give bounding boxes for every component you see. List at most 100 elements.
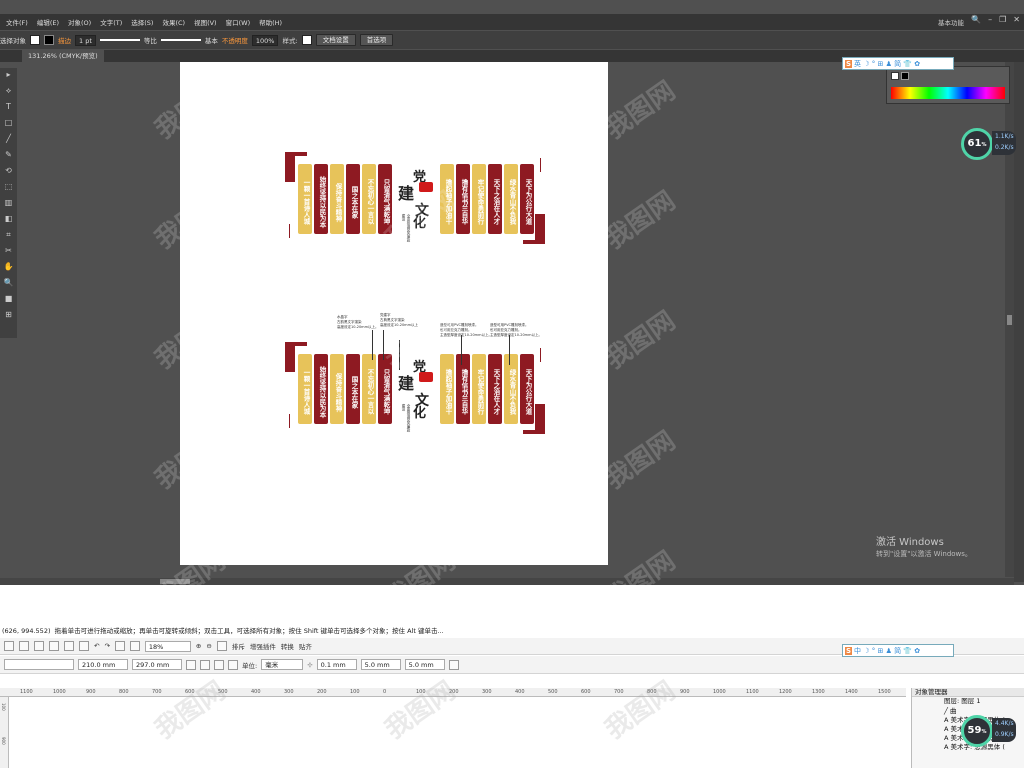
opacity-field[interactable]: 100% — [251, 34, 279, 46]
duplicate-y-field[interactable]: 5.0 mm — [404, 659, 445, 670]
fill-color-chip[interactable] — [891, 72, 899, 80]
import-icon[interactable] — [114, 641, 125, 651]
scroll-thumb[interactable] — [160, 579, 190, 584]
toolbar-label-2[interactable]: 转换 — [281, 641, 294, 651]
tool-icon-4[interactable]: ╱ — [0, 132, 17, 148]
landscape-icon[interactable] — [200, 659, 210, 670]
treat-as-filled-icon[interactable] — [448, 659, 459, 670]
menu-item-5[interactable]: 效果(C) — [162, 17, 185, 27]
close-icon[interactable]: ✕ — [1013, 15, 1020, 24]
opacity-label[interactable]: 不透明度 — [222, 35, 248, 45]
stroke-swatch[interactable] — [44, 35, 54, 45]
ruler-tick: 200 — [317, 689, 327, 695]
ime-symbols[interactable]: ☽ ° ⊞ ♟ 简 👕 ✿ — [863, 647, 920, 655]
ruler-tick: 1200 — [779, 689, 792, 695]
cut-icon[interactable] — [49, 641, 59, 651]
ime-toolbar[interactable]: S中 ☽ ° ⊞ ♟ 简 👕 ✿ — [842, 644, 954, 657]
cursor-coords: (626, 994.552) — [2, 627, 51, 635]
tool-icon-10[interactable]: ⌗ — [0, 228, 17, 244]
tool-icon-8[interactable]: ▥ — [0, 196, 17, 212]
restore-icon[interactable]: ❐ — [999, 15, 1006, 24]
object-row[interactable]: ╱ 曲 — [912, 707, 1024, 716]
menu-item-0[interactable]: 文件(F) — [6, 17, 28, 27]
tool-icon-11[interactable]: ✂ — [0, 244, 17, 260]
undo-icon[interactable]: ↶ — [94, 642, 99, 650]
menu-item-2[interactable]: 对象(O) — [68, 17, 91, 27]
workspace-switcher[interactable]: 基本功能 — [938, 17, 964, 27]
menu-item-4[interactable]: 选择(S) — [131, 17, 153, 27]
tool-icon-6[interactable]: ⟲ — [0, 164, 17, 180]
ime-lang[interactable]: 英 — [854, 60, 861, 68]
tool-icon-13[interactable]: 🔍 — [0, 276, 17, 292]
stroke-color-chip[interactable] — [901, 72, 909, 80]
perf-ring[interactable]: 59% — [961, 715, 993, 747]
drawing-canvas[interactable] — [9, 697, 906, 768]
paste-icon[interactable] — [79, 641, 89, 651]
save-icon[interactable] — [19, 641, 29, 651]
perf-ring[interactable]: 61% — [961, 128, 993, 160]
ruler-tick: 1000 — [713, 689, 726, 695]
ime-symbols[interactable]: ☽ ° ⊞ ♟ 简 👕 ✿ — [863, 60, 920, 68]
zoom-fit-icon[interactable] — [216, 641, 227, 651]
all-pages-icon[interactable] — [214, 659, 224, 670]
redo-icon[interactable]: ↷ — [104, 642, 109, 650]
minimize-icon[interactable]: – — [988, 15, 992, 24]
tool-icon-9[interactable]: ◧ — [0, 212, 17, 228]
menu-item-8[interactable]: 帮助(H) — [259, 17, 282, 27]
copy-icon[interactable] — [64, 641, 74, 651]
property-bar: 210.0 mm 297.0 mm 单位: 毫米 ⊹ 0.1 mm 5.0 mm… — [0, 656, 1024, 674]
tool-icon-0[interactable]: ▸ — [0, 68, 17, 84]
tool-icon-3[interactable]: □ — [0, 116, 17, 132]
menu-item-1[interactable]: 编辑(E) — [37, 17, 59, 27]
stroke-weight-field[interactable]: 1 pt — [75, 34, 96, 46]
document-tab[interactable]: 131.26% (CMYK/预览) — [22, 50, 104, 62]
duplicate-x-field[interactable]: 5.0 mm — [360, 659, 401, 670]
page-width-field[interactable]: 210.0 mm — [78, 659, 128, 670]
nudge-field[interactable]: 0.1 mm — [316, 659, 357, 670]
zoom-in-icon[interactable]: ⊕ — [196, 642, 201, 650]
export-icon[interactable] — [129, 641, 140, 651]
fill-swatch[interactable] — [30, 35, 40, 45]
nudge-icon: ⊹ — [307, 660, 313, 669]
tool-icon-14[interactable]: ■ — [0, 292, 17, 308]
stroke-label[interactable]: 描边 — [58, 35, 71, 45]
net-speed: 1.1K/s 0.2K/s — [992, 131, 1016, 155]
tool-icon-15[interactable]: ⊞ — [0, 308, 17, 324]
profile-select[interactable]: 等比 — [144, 35, 157, 45]
zoom-out-icon[interactable]: ⊖ — [206, 642, 211, 650]
color-spectrum[interactable] — [891, 87, 1005, 99]
toolbar-label-3[interactable]: 贴齐 — [299, 641, 312, 651]
horizontal-scrollbar[interactable] — [0, 578, 1014, 585]
style-swatch[interactable] — [301, 35, 312, 45]
toolbar-label-1[interactable]: 增强插件 — [250, 641, 276, 651]
ruler-tick: 0 — [383, 689, 387, 695]
paper-size-select[interactable] — [4, 659, 74, 670]
zoom-field[interactable]: 18% — [144, 640, 191, 652]
new-icon[interactable] — [4, 641, 14, 651]
ruler-tick: 500 — [218, 689, 228, 695]
toolbar-label-0[interactable]: 排斥 — [232, 641, 245, 651]
menu-item-6[interactable]: 视图(V) — [194, 17, 217, 27]
brush-select[interactable]: 基本 — [205, 35, 218, 45]
layer-name[interactable]: 图层 1 — [961, 697, 980, 705]
unit-select[interactable]: 毫米 — [261, 659, 304, 670]
ime-logo-icon: S — [845, 647, 853, 655]
tool-icon-12[interactable]: ✋ — [0, 260, 17, 276]
scroll-thumb[interactable] — [1007, 315, 1012, 325]
portrait-icon[interactable] — [186, 659, 196, 670]
layer-label: 图层: — [944, 697, 960, 705]
tool-icon-1[interactable]: ⟡ — [0, 84, 17, 100]
tool-icon-7[interactable]: ⬚ — [0, 180, 17, 196]
page-height-field[interactable]: 297.0 mm — [132, 659, 182, 670]
current-page-icon[interactable] — [228, 659, 238, 670]
menu-item-3[interactable]: 文字(T) — [100, 17, 122, 27]
menu-item-7[interactable]: 窗口(W) — [226, 17, 251, 27]
search-icon[interactable]: 🔍 — [971, 15, 981, 24]
document-setup-button[interactable]: 文档设置 — [315, 34, 356, 46]
ime-lang[interactable]: 中 — [854, 647, 861, 655]
preferences-button[interactable]: 首选项 — [359, 34, 394, 46]
tool-icon-5[interactable]: ✎ — [0, 148, 17, 164]
tool-icon-2[interactable]: T — [0, 100, 17, 116]
ime-toolbar[interactable]: S英 ☽ ° ⊞ ♟ 简 👕 ✿ — [842, 57, 954, 70]
print-icon[interactable] — [34, 641, 44, 651]
